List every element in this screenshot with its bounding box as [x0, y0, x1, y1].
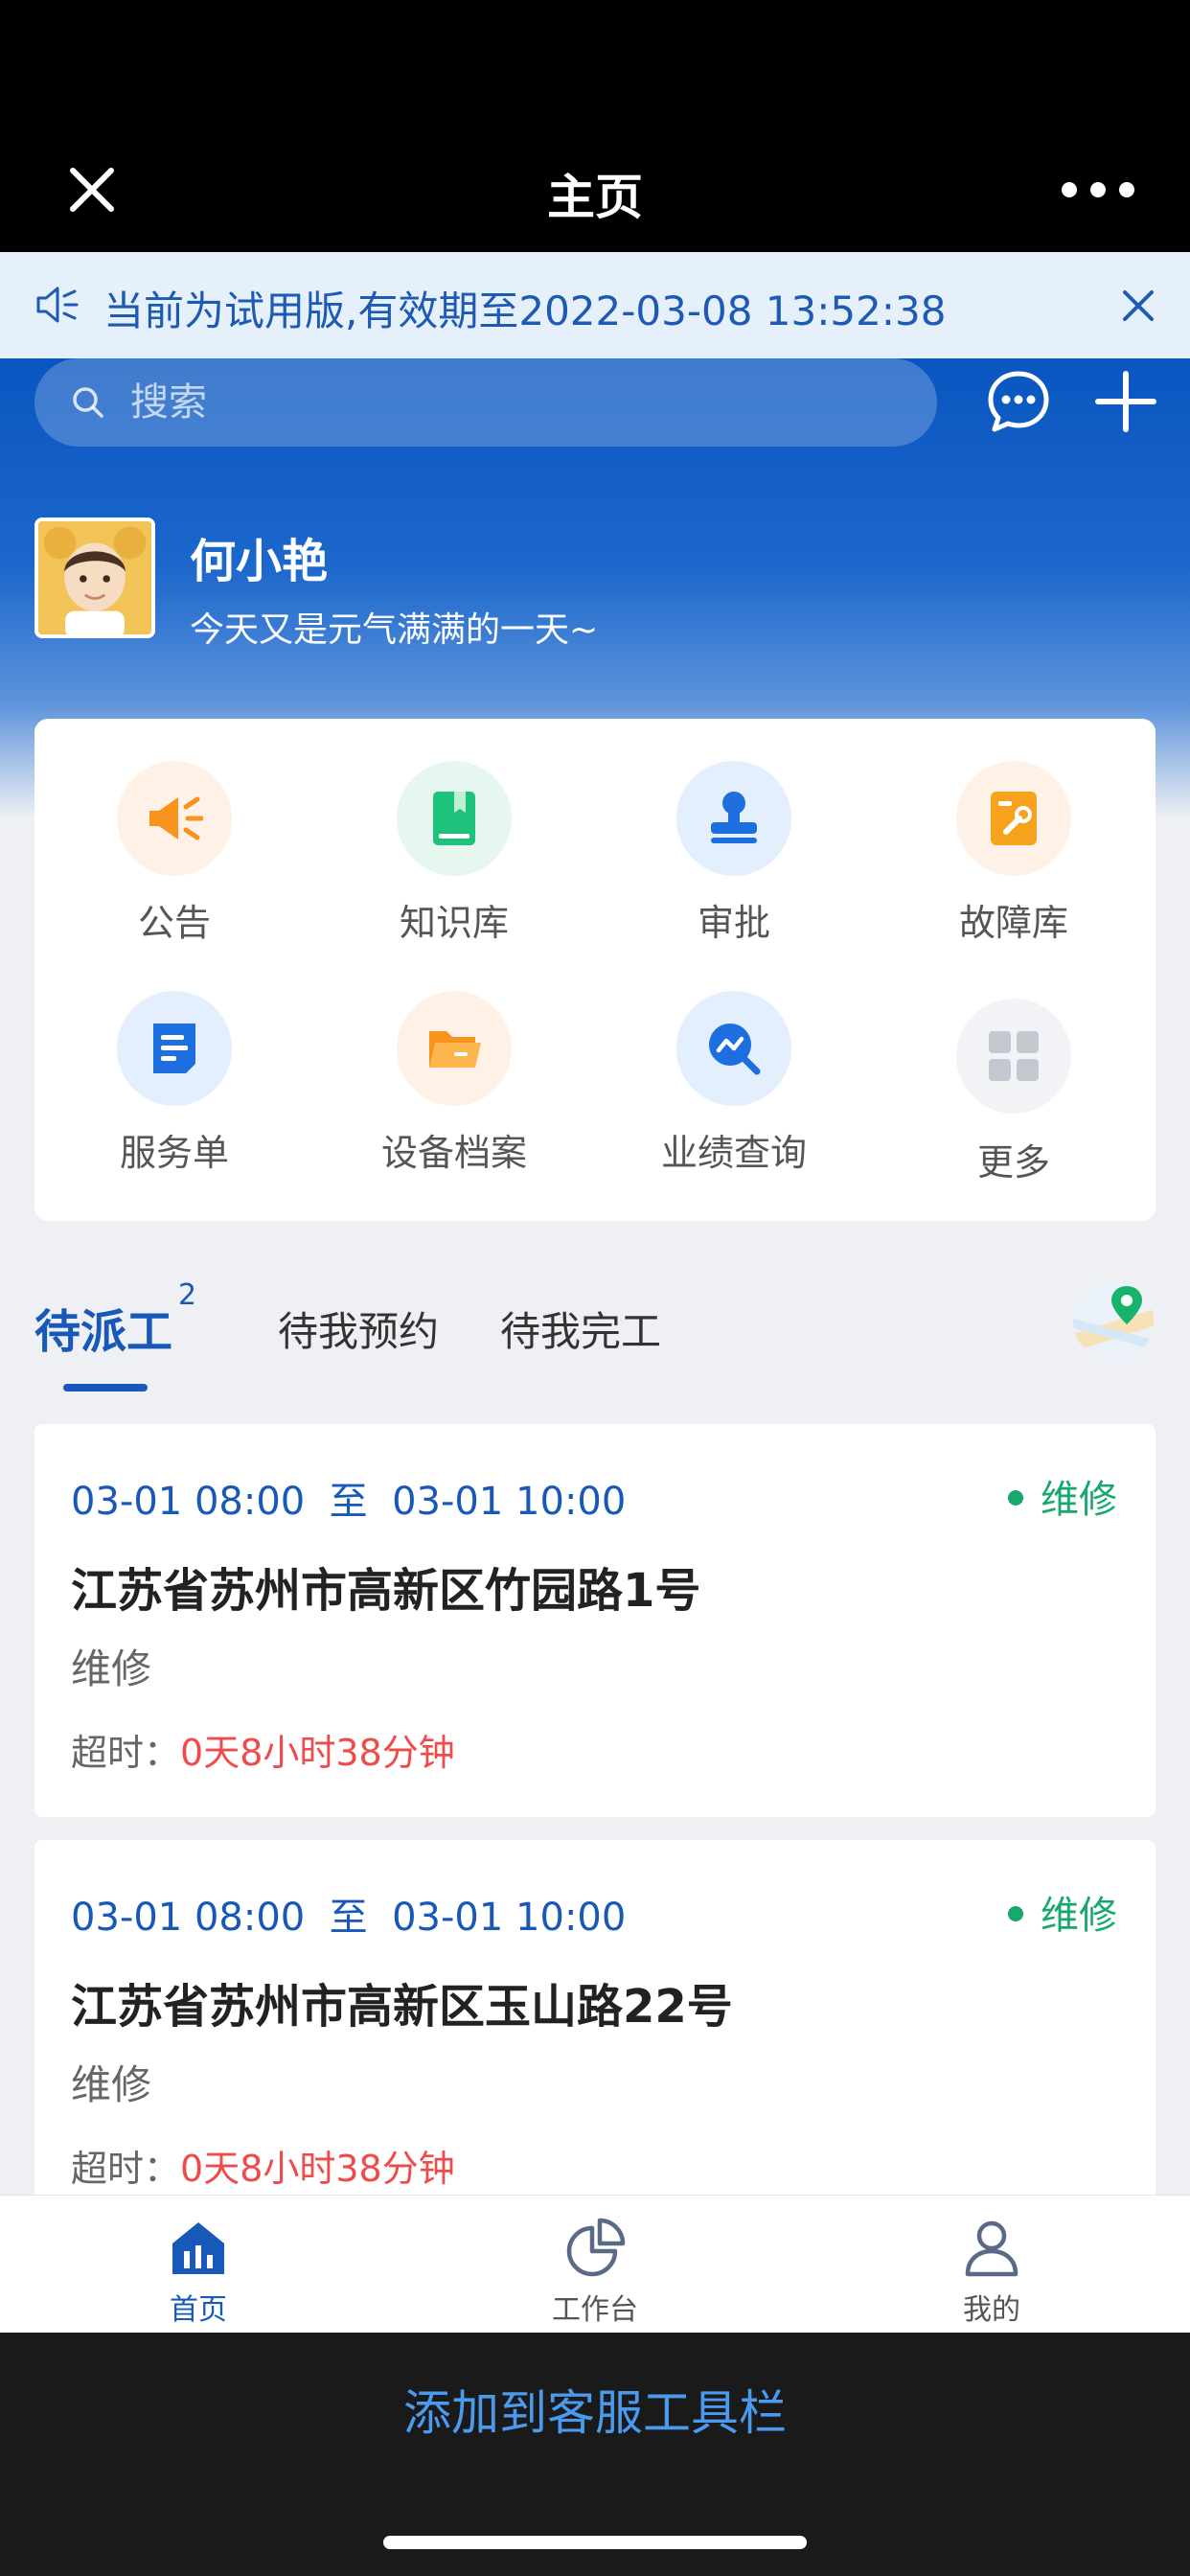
pie-chart-icon	[566, 2218, 626, 2277]
document-icon	[153, 1024, 195, 1073]
close-notice-icon[interactable]	[1119, 287, 1157, 325]
grid-item-service-order[interactable]: 服务单	[34, 991, 314, 1202]
order-address: 江苏省苏州市高新区玉山路22号	[71, 1980, 733, 2034]
search-bar[interactable]	[34, 358, 937, 447]
chart-search-icon	[709, 1024, 761, 1075]
function-grid: 公告 知识库 审批 故障库 服务单 设备档案 业绩查询 更多	[34, 719, 1156, 1221]
grid-item-more[interactable]: 更多	[874, 991, 1154, 1202]
active-tab-indicator	[63, 1384, 148, 1392]
message-icon[interactable]	[985, 368, 1052, 435]
grid-item-label: 审批	[697, 902, 770, 944]
order-time: 03-01 08:00 至 03-01 10:00	[71, 1480, 627, 1524]
tabbar-item-home[interactable]: 首页	[0, 2196, 397, 2334]
system-bottom-bar: 添加到客服工具栏	[0, 2333, 1190, 2576]
tabbar-item-mine[interactable]: 我的	[793, 2196, 1190, 2334]
status-badge: 维修	[1008, 1884, 1117, 1940]
order-time: 03-01 08:00 至 03-01 10:00	[71, 1896, 627, 1940]
speaker-icon	[36, 287, 79, 323]
order-address: 江苏省苏州市高新区竹园路1号	[71, 1564, 701, 1618]
grid-item-fault-library[interactable]: 故障库	[874, 761, 1154, 972]
grid-more-icon	[989, 1031, 1039, 1081]
grid-item-label: 服务单	[119, 1132, 229, 1174]
avatar-image	[38, 521, 151, 634]
order-overtime: 超时：0天8小时38分钟	[71, 2148, 455, 2190]
grid-item-label: 故障库	[958, 902, 1068, 944]
nav-bar: 主页	[0, 0, 1190, 252]
user-motto: 今天又是元气满满的一天~	[190, 610, 599, 650]
grid-item-approval[interactable]: 审批	[594, 761, 874, 972]
order-type: 维修	[71, 1645, 152, 1692]
grid-item-label: 公告	[137, 902, 211, 944]
megaphone-icon	[149, 796, 203, 840]
trial-notice-text: 当前为试用版,有效期至2022-03-08 13:52:38	[103, 288, 947, 334]
page-title: 主页	[547, 170, 643, 225]
grid-item-label: 知识库	[399, 902, 509, 944]
grid-item-label: 更多	[976, 1141, 1050, 1184]
add-icon[interactable]	[1094, 370, 1157, 433]
more-dots-icon[interactable]	[1060, 172, 1136, 207]
grid-item-performance-query[interactable]: 业绩查询	[594, 991, 874, 1202]
home-icon	[172, 2222, 224, 2274]
order-type: 维修	[71, 2061, 152, 2108]
grid-item-announcement[interactable]: 公告	[34, 761, 314, 972]
tabbar-label: 工作台	[552, 2293, 638, 2327]
tabbar-label: 首页	[170, 2293, 227, 2327]
order-overtime: 超时：0天8小时38分钟	[71, 1732, 455, 1774]
tab-badge: 2	[178, 1278, 197, 1312]
tab-pending-completion[interactable]: 待我完工	[500, 1300, 661, 1358]
avatar[interactable]	[34, 518, 155, 638]
search-icon	[73, 387, 103, 418]
bottom-tab-bar: 首页 工作台 我的	[0, 2195, 1190, 2333]
stamp-icon	[711, 792, 757, 843]
tab-pending-dispatch[interactable]: 待派工	[34, 1294, 172, 1361]
map-location-icon[interactable]	[1073, 1280, 1154, 1361]
status-badge: 维修	[1008, 1468, 1117, 1524]
order-card[interactable]: 03-01 08:00 至 03-01 10:00 维修 江苏省苏州市高新区玉山…	[34, 1840, 1156, 2233]
home-indicator[interactable]	[383, 2536, 807, 2549]
user-name: 何小艳	[190, 535, 329, 588]
wrench-doc-icon	[991, 792, 1037, 845]
folder-icon	[429, 1031, 481, 1068]
book-icon	[433, 792, 475, 845]
grid-item-label: 设备档案	[380, 1132, 527, 1174]
order-tabs: 待派工 2 待我预约 待我完工	[0, 1265, 1190, 1399]
trial-notice-banner: 当前为试用版,有效期至2022-03-08 13:52:38	[0, 252, 1190, 358]
grid-item-label: 业绩查询	[660, 1132, 807, 1174]
search-input[interactable]	[130, 372, 897, 433]
user-icon	[965, 2220, 1018, 2277]
tabbar-item-workbench[interactable]: 工作台	[397, 2196, 793, 2334]
grid-item-knowledge-base[interactable]: 知识库	[314, 761, 594, 972]
grid-item-equipment-archive[interactable]: 设备档案	[314, 991, 594, 1202]
add-to-toolbar-button[interactable]: 添加到客服工具栏	[0, 2375, 1190, 2444]
tabbar-label: 我的	[963, 2293, 1020, 2327]
tab-pending-appointment[interactable]: 待我预约	[278, 1300, 439, 1358]
order-card[interactable]: 03-01 08:00 至 03-01 10:00 维修 江苏省苏州市高新区竹园…	[34, 1424, 1156, 1817]
